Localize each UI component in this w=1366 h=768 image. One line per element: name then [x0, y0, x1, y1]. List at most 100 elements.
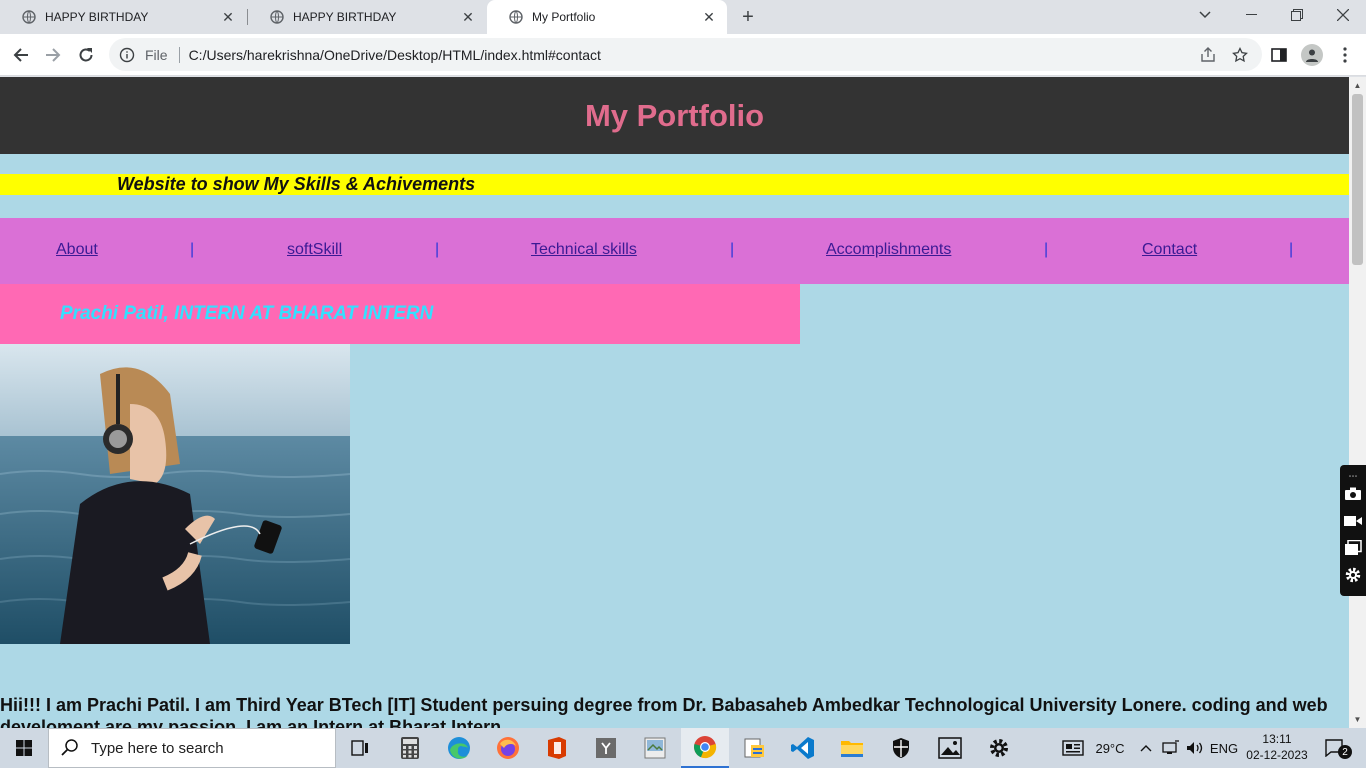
news-widget-icon[interactable] [1058, 728, 1088, 768]
nav-separator: | [1044, 241, 1049, 258]
nav-separator: | [435, 241, 440, 258]
camera-icon[interactable] [1343, 484, 1363, 504]
tab-title: HAPPY BIRTHDAY [45, 10, 149, 24]
settings-icon[interactable] [975, 728, 1023, 768]
weather-temperature[interactable]: 29°C [1090, 728, 1130, 768]
search-placeholder: Type here to search [91, 739, 224, 757]
close-window-button[interactable] [1320, 0, 1366, 30]
network-icon[interactable] [1159, 728, 1183, 768]
task-view-icon[interactable] [336, 728, 384, 768]
page-scrollbar[interactable]: ▲ ▼ [1349, 77, 1366, 728]
close-icon[interactable]: ✕ [220, 9, 236, 25]
windows-taskbar: Type here to search 29°C ENG 13:11 02-12… [0, 728, 1366, 768]
photo-viewer-icon[interactable] [631, 728, 679, 768]
system-clock[interactable]: 13:11 02-12-2023 [1246, 731, 1308, 763]
browser-tab-1[interactable]: HAPPY BIRTHDAY ✕ [0, 0, 246, 34]
firefox-icon[interactable] [484, 728, 532, 768]
bio-paragraph: Hii!!! I am Prachi Patil. I am Third Yea… [0, 695, 1328, 728]
input-language[interactable]: ENG [1208, 728, 1240, 768]
chrome-icon[interactable] [681, 728, 729, 768]
person-icon [1306, 49, 1318, 62]
site-nav: About | softSkill | Technical skills | A… [0, 218, 1349, 284]
minimize-icon [1245, 14, 1257, 15]
omnibox-divider [178, 46, 180, 63]
windows-icon[interactable] [1343, 538, 1363, 558]
name-banner: Prachi Patil, INTERN AT BHARAT INTERN [0, 284, 800, 344]
minimize-button[interactable] [1228, 0, 1274, 30]
clock-date: 02-12-2023 [1246, 748, 1308, 762]
windows-logo-icon [16, 740, 32, 756]
chevron-up-icon[interactable] [1137, 728, 1155, 768]
site-title: My Portfolio [584, 97, 765, 133]
profile-photo [0, 344, 350, 644]
arrow-left-icon [13, 48, 28, 62]
scrollbar-thumb[interactable] [1352, 94, 1363, 265]
arrow-right-icon [46, 48, 61, 62]
tab-title: HAPPY BIRTHDAY [293, 10, 397, 24]
nav-separator: | [190, 241, 195, 258]
side-panel-icon [1271, 48, 1287, 62]
notepad-icon[interactable] [582, 728, 630, 768]
reload-icon [79, 48, 93, 62]
tagline: Website to show My Skills & Achivements [117, 174, 476, 194]
close-icon[interactable]: ✕ [701, 9, 717, 25]
security-icon[interactable] [877, 728, 925, 768]
close-icon [1337, 9, 1349, 21]
intern-name-heading: Prachi Patil, INTERN AT BHARAT INTERN [60, 303, 434, 324]
more-horizontal-icon[interactable]: ⋯ [1343, 466, 1363, 486]
url-text[interactable]: C:/Users/harekrishna/OneDrive/Desktop/HT… [189, 47, 1198, 63]
calculator-icon[interactable] [386, 728, 434, 768]
file-manager-icon[interactable] [730, 728, 778, 768]
back-button[interactable] [8, 42, 34, 68]
browser-tab-3[interactable]: My Portfolio ✕ [487, 0, 727, 34]
edge-icon[interactable] [435, 728, 483, 768]
restore-button[interactable] [1274, 0, 1320, 30]
nav-link-technical-skills[interactable]: Technical skills [531, 241, 637, 259]
scroll-down-icon[interactable]: ▼ [1349, 711, 1366, 728]
vscode-icon[interactable] [779, 728, 827, 768]
globe-icon [22, 10, 36, 24]
taskbar-search[interactable]: Type here to search [48, 728, 336, 768]
start-button[interactable] [0, 728, 48, 768]
photos-icon[interactable] [926, 728, 974, 768]
address-bar[interactable]: File C:/Users/harekrishna/OneDrive/Deskt… [109, 38, 1262, 71]
chevron-down-icon [1199, 11, 1211, 19]
profile-avatar[interactable] [1301, 44, 1323, 66]
nav-separator: | [730, 241, 735, 258]
menu-button[interactable] [1334, 44, 1356, 66]
gear-icon[interactable] [1343, 565, 1363, 585]
portfolio-page: My Portfolio Website to show My Skills &… [0, 77, 1349, 728]
notification-badge: 2 [1338, 745, 1352, 759]
nav-link-about[interactable]: About [56, 241, 98, 259]
globe-icon [509, 10, 523, 24]
browser-toolbar: File C:/Users/harekrishna/OneDrive/Deskt… [0, 34, 1366, 76]
share-icon[interactable] [1198, 45, 1218, 65]
notification-center-button[interactable]: 2 [1318, 728, 1352, 768]
nav-link-contact[interactable]: Contact [1142, 241, 1197, 259]
nav-separator: | [1289, 241, 1294, 258]
scheme-label: File [145, 46, 168, 63]
browser-tab-2[interactable]: HAPPY BIRTHDAY ✕ [248, 0, 486, 34]
close-icon[interactable]: ✕ [460, 9, 476, 25]
reload-button[interactable] [73, 42, 99, 68]
tab-search-button[interactable] [1182, 0, 1228, 30]
capture-toolbar: ⋯ [1340, 465, 1366, 596]
forward-button[interactable] [40, 42, 66, 68]
new-tab-button[interactable]: + [736, 5, 760, 29]
globe-icon [270, 10, 284, 24]
nav-link-accomplishments[interactable]: Accomplishments [826, 241, 951, 259]
office-icon[interactable] [533, 728, 581, 768]
tab-title: My Portfolio [532, 10, 596, 24]
bookmark-star-icon[interactable] [1230, 45, 1250, 65]
search-icon [61, 738, 81, 758]
clock-time: 13:11 [1262, 732, 1292, 746]
site-header: My Portfolio [0, 77, 1349, 154]
info-icon[interactable] [119, 47, 135, 63]
page-viewport: My Portfolio Website to show My Skills &… [0, 77, 1366, 728]
file-explorer-icon[interactable] [828, 728, 876, 768]
video-camera-icon[interactable] [1343, 511, 1363, 531]
nav-link-softskill[interactable]: softSkill [287, 241, 342, 259]
side-panel-button[interactable] [1268, 44, 1290, 66]
volume-icon[interactable] [1184, 728, 1206, 768]
scroll-up-icon[interactable]: ▲ [1349, 77, 1366, 94]
